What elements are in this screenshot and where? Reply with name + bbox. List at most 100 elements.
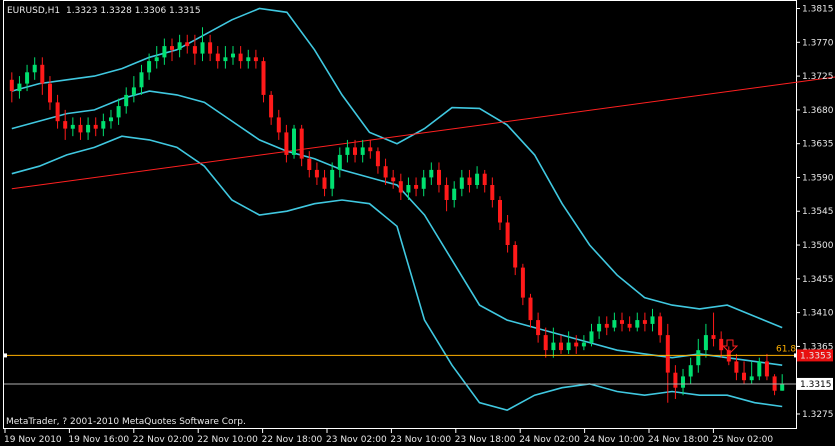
candle-body — [208, 42, 213, 54]
candle-body — [139, 72, 144, 88]
candle-body — [192, 46, 197, 54]
time-tick-label: 25 Nov 02:00 — [712, 435, 773, 445]
candle-body — [620, 320, 624, 324]
candle-body — [391, 177, 396, 182]
candle-body — [368, 147, 373, 152]
candle-body — [231, 53, 235, 58]
candle-body — [307, 158, 312, 170]
time-tick-label: 19 Nov 2010 — [4, 435, 62, 445]
candle-body — [124, 94, 129, 107]
candle-body — [330, 169, 335, 189]
candle-body — [78, 124, 83, 133]
candle-body — [314, 169, 319, 178]
candle-body — [25, 72, 30, 84]
candle — [292, 124, 296, 159]
candle-body — [764, 361, 769, 377]
time-tick-label: 22 Nov 10:00 — [197, 435, 258, 445]
candle-body — [467, 177, 472, 185]
candle-body — [551, 342, 556, 351]
candle-body — [215, 53, 220, 62]
candle-body — [131, 87, 136, 95]
candle-body — [55, 102, 60, 122]
candle-body — [9, 79, 14, 92]
candle-body — [147, 61, 152, 73]
candle-body — [688, 365, 693, 377]
price-tick-label: 1.3410 — [802, 309, 834, 319]
candle-body — [109, 117, 113, 122]
candle-body — [261, 61, 266, 95]
candle-body — [200, 42, 205, 54]
candle-body — [642, 320, 647, 324]
price-tick-label: 1.3590 — [802, 173, 834, 183]
price-tick-label: 1.3725 — [802, 72, 834, 82]
candle-body — [627, 323, 632, 328]
candle-body — [170, 46, 174, 50]
candle-body — [673, 372, 678, 388]
candle-body — [63, 121, 68, 129]
price-tick-label: 1.3680 — [802, 106, 834, 116]
candle-body — [429, 169, 434, 178]
time-tick-label: 19 Nov 16:00 — [68, 435, 129, 445]
price-tick-label: 1.3815 — [802, 5, 834, 15]
candle-body — [719, 338, 724, 351]
candle-body — [559, 342, 563, 351]
price-chart[interactable]: 61.8 1.3815 1.3770 1.3725 1.3680 1.3635 1.359… — [0, 0, 835, 446]
candle-body — [703, 335, 708, 351]
candle-body — [459, 177, 464, 189]
candle-body — [612, 320, 617, 328]
candle-body — [48, 83, 52, 103]
time-tick-label: 24 Nov 02:00 — [519, 435, 580, 445]
time-tick-label: 23 Nov 10:00 — [390, 435, 451, 445]
candle-body — [650, 316, 655, 324]
fib-price-marker-label: 1.3353 — [800, 351, 832, 361]
current-price-label: 1.3315 — [800, 380, 832, 390]
price-tick-label: 1.3275 — [802, 410, 834, 420]
candle-body — [299, 128, 304, 159]
candle-body — [276, 117, 281, 133]
copyright-text: MetaTrader, ? 2001-2010 MetaQuotes Softw… — [6, 417, 246, 427]
candle-body — [437, 169, 441, 185]
price-tick-label: 1.3455 — [802, 275, 834, 285]
candle-body — [17, 83, 22, 92]
price-tick-label: 1.3770 — [802, 38, 834, 48]
candle-body — [635, 320, 640, 328]
candle-body — [757, 361, 762, 377]
candle-body — [696, 350, 701, 366]
candle-body — [337, 154, 342, 170]
candle-body — [536, 320, 541, 336]
candle-body — [566, 342, 571, 351]
candle-body — [742, 372, 746, 381]
candle-body — [70, 124, 75, 129]
candle-body — [162, 46, 167, 58]
fib-line-handle-left[interactable] — [3, 353, 7, 358]
time-tick-label: 24 Nov 10:00 — [584, 435, 645, 445]
candle-body — [375, 151, 380, 167]
candle-body — [154, 57, 159, 62]
price-tick-label: 1.3545 — [802, 207, 834, 217]
candle-body — [581, 342, 586, 347]
candle-body — [116, 106, 121, 118]
candle-body — [292, 128, 296, 155]
time-tick-label: 24 Nov 18:00 — [648, 435, 709, 445]
candle-body — [513, 245, 518, 268]
price-tick-label: 1.3635 — [802, 140, 834, 150]
candle-body — [604, 323, 609, 328]
candle-body — [238, 53, 243, 62]
candle-body — [414, 185, 419, 189]
time-tick-label: 22 Nov 18:00 — [262, 435, 323, 445]
candle-body — [475, 173, 480, 185]
candle-body — [543, 335, 548, 351]
candle-body — [353, 147, 357, 155]
chart-header-symbol: EURUSD,H1 — [7, 6, 60, 16]
candle-body — [780, 383, 785, 391]
candle-body — [253, 57, 258, 62]
candle-body — [223, 57, 228, 62]
candle-body — [505, 222, 510, 245]
candle-body — [383, 166, 388, 178]
candle-body — [269, 94, 274, 118]
time-tick-label: 22 Nov 02:00 — [133, 435, 194, 445]
candle-body — [444, 185, 449, 200]
time-tick-label: 23 Nov 18:00 — [455, 435, 516, 445]
candle-body — [711, 335, 716, 339]
chart-header-ohlc: 1.3323 1.3328 1.3306 1.3315 — [66, 6, 201, 16]
